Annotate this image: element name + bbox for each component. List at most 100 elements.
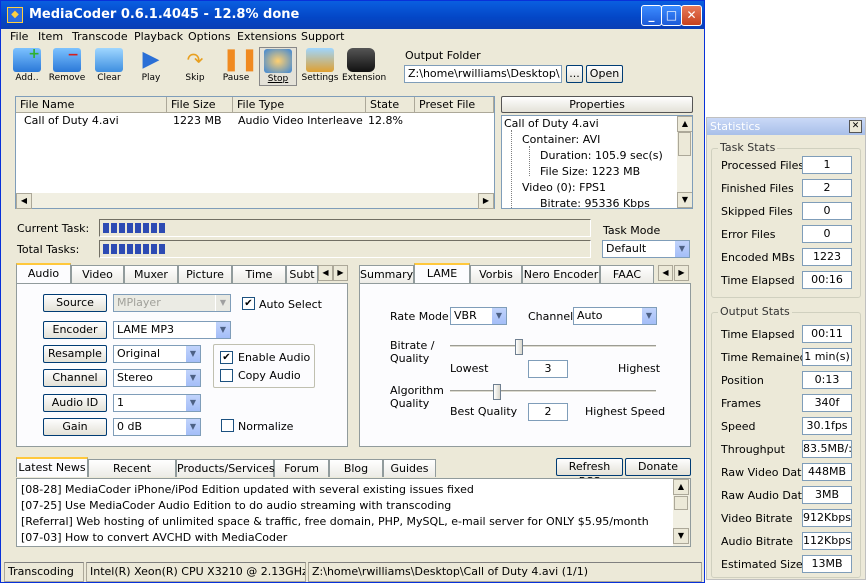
algorithm-quality-value[interactable]: 2 (528, 403, 568, 421)
tab-lame[interactable]: LAME (414, 263, 470, 283)
close-button[interactable]: ✕ (681, 5, 702, 26)
col-state[interactable]: State (366, 97, 415, 113)
tab-audio[interactable]: Audio (16, 263, 71, 283)
scroll-right-icon[interactable]: ▶ (478, 193, 494, 209)
tab-forum[interactable]: Forum (274, 459, 329, 477)
file-list[interactable]: File Name File Size File Type State Pres… (15, 96, 495, 209)
tab-time[interactable]: Time (232, 265, 286, 283)
menu-support[interactable]: Support (301, 30, 344, 43)
tree-node-bitrate[interactable]: Bitrate: 95336 Kbps (540, 197, 650, 208)
browse-button[interactable]: ... (566, 65, 583, 83)
add-button[interactable]: + Add.. (8, 46, 46, 86)
remove-button[interactable]: − Remove (48, 47, 86, 86)
tree-node-container[interactable]: Container: AVI (522, 133, 600, 146)
news-item[interactable]: [07-03] How to convert AVCHD with MediaC… (21, 531, 287, 544)
close-icon[interactable]: ✕ (849, 120, 862, 133)
tab-scroll-right-icon[interactable]: ▶ (333, 265, 348, 281)
audio-id-button[interactable]: Audio ID (43, 394, 107, 412)
tree-node-video[interactable]: Video (0): FPS1 (522, 181, 606, 194)
pause-button[interactable]: ❚❚ Pause (217, 47, 259, 86)
properties-vscrollbar[interactable]: ▲ ▼ (677, 116, 692, 208)
news-list[interactable]: [08-28] MediaCoder iPhone/iPod Edition u… (16, 478, 691, 547)
table-row[interactable]: Call of Duty 4.avi 1223 MB Audio Video I… (16, 113, 494, 128)
gain-select[interactable]: 0 dB ▼ (113, 418, 201, 436)
copy-audio-checkbox[interactable] (220, 369, 233, 382)
chevron-down-icon[interactable]: ▼ (185, 346, 200, 362)
properties-header[interactable]: Properties (501, 96, 693, 113)
title-bar[interactable]: ◆ MediaCoder 0.6.1.4045 - 12.8% done _ □… (1, 1, 704, 29)
news-item[interactable]: [Referral] Web hosting of unlimited spac… (21, 515, 649, 528)
task-mode-select[interactable]: Default ▼ (602, 240, 690, 258)
refresh-rss-button[interactable]: Refresh RSS (556, 458, 623, 488)
lame-channel-select[interactable]: Auto ▼ (573, 307, 657, 325)
stop-button[interactable]: Stop (259, 47, 297, 86)
source-select[interactable]: MPlayer ▼ (113, 294, 231, 312)
menu-transcode[interactable]: Transcode (72, 30, 128, 43)
resample-button[interactable]: Resample (43, 345, 107, 363)
scroll-thumb[interactable] (678, 132, 691, 156)
encoder-select[interactable]: LAME MP3 ▼ (113, 321, 231, 339)
scroll-down-icon[interactable]: ▼ (677, 192, 692, 208)
tab-vorbis[interactable]: Vorbis (470, 265, 522, 283)
open-button[interactable]: Open (586, 65, 623, 83)
enable-audio-checkbox[interactable]: ✔ (220, 351, 233, 364)
tab-scroll-left-icon[interactable]: ◀ (658, 265, 673, 281)
tab-video[interactable]: Video (71, 265, 124, 283)
news-item[interactable]: [08-28] MediaCoder iPhone/iPod Edition u… (21, 483, 474, 496)
tab-recent-updates[interactable]: Recent Updates (88, 459, 176, 492)
menu-item[interactable]: Item (38, 30, 63, 43)
resample-select[interactable]: Original ▼ (113, 345, 201, 363)
chevron-down-icon[interactable]: ▼ (674, 241, 689, 257)
news-item[interactable]: [07-25] Use MediaCoder Audio Edition to … (21, 499, 451, 512)
tab-products-services[interactable]: Products/Services (176, 459, 275, 477)
tab-subtitle[interactable]: Subt (286, 265, 318, 283)
tree-node-duration[interactable]: Duration: 105.9 sec(s) (540, 149, 663, 162)
auto-select-checkbox[interactable]: ✔ (242, 297, 255, 310)
minimize-button[interactable]: _ (641, 5, 662, 26)
settings-button[interactable]: Settings (301, 47, 339, 86)
tab-latest-news[interactable]: Latest News (16, 457, 88, 477)
play-button[interactable]: ▶ Play (132, 47, 170, 86)
scroll-up-icon[interactable]: ▲ (673, 479, 689, 495)
chevron-down-icon[interactable]: ▼ (215, 322, 230, 338)
properties-tree[interactable]: Call of Duty 4.avi Container: AVI Durati… (501, 115, 693, 209)
statistics-title-bar[interactable]: Statistics ✕ (707, 118, 865, 135)
col-file-size[interactable]: File Size (167, 97, 233, 113)
algorithm-quality-slider[interactable] (493, 384, 501, 400)
chevron-down-icon[interactable]: ▼ (215, 295, 230, 311)
maximize-button[interactable]: □ (661, 5, 682, 26)
source-button[interactable]: Source (43, 294, 107, 312)
channel-select[interactable]: Stereo ▼ (113, 369, 201, 387)
chevron-down-icon[interactable]: ▼ (185, 370, 200, 386)
audio-id-select[interactable]: 1 ▼ (113, 394, 201, 412)
scroll-thumb[interactable] (674, 496, 688, 510)
tab-blog[interactable]: Blog (329, 459, 383, 477)
tab-scroll-right-icon[interactable]: ▶ (674, 265, 689, 281)
donate-button[interactable]: Donate (625, 458, 691, 476)
tab-muxer[interactable]: Muxer (124, 265, 178, 283)
scroll-left-icon[interactable]: ◀ (16, 193, 32, 209)
clear-button[interactable]: Clear (90, 47, 128, 86)
tree-node-file[interactable]: Call of Duty 4.avi (504, 117, 599, 130)
channel-button[interactable]: Channel (43, 369, 107, 387)
extension-button[interactable]: Extension (342, 47, 386, 86)
col-file-type[interactable]: File Type (233, 97, 366, 113)
chevron-down-icon[interactable]: ▼ (641, 308, 656, 324)
scroll-up-icon[interactable]: ▲ (677, 116, 692, 132)
tab-summary[interactable]: Summary (359, 265, 414, 283)
menu-playback[interactable]: Playback (134, 30, 183, 43)
col-file-name[interactable]: File Name (16, 97, 167, 113)
tab-scroll-left-icon[interactable]: ◀ (318, 265, 333, 281)
menu-extensions[interactable]: Extensions (237, 30, 297, 43)
bitrate-quality-value[interactable]: 3 (528, 360, 568, 378)
chevron-down-icon[interactable]: ▼ (491, 308, 506, 324)
normalize-checkbox[interactable] (221, 419, 234, 432)
encoder-button[interactable]: Encoder (43, 321, 107, 339)
tree-node-filesize[interactable]: File Size: 1223 MB (540, 165, 640, 178)
scroll-down-icon[interactable]: ▼ (673, 528, 689, 544)
bitrate-quality-slider[interactable] (515, 339, 523, 355)
col-preset-file[interactable]: Preset File (415, 97, 494, 113)
news-vscrollbar[interactable]: ▲ ▼ (673, 479, 690, 546)
tab-guides[interactable]: Guides (383, 459, 436, 477)
tab-faac[interactable]: FAAC (600, 265, 654, 283)
